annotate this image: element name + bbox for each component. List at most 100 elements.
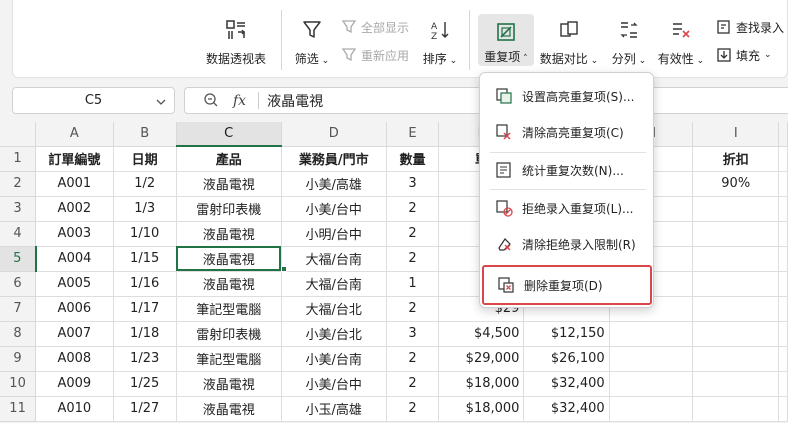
cell-g10[interactable]: $32,400 [523,371,610,397]
cell-d9[interactable]: 小美/台南 [281,346,387,372]
menu-item-count-duplicates[interactable]: 统计重复次数(N)... [488,155,648,185]
cell-c2[interactable]: 液晶電視 [176,171,282,197]
row-header[interactable]: 10 [0,371,37,397]
cell-g11[interactable]: $32,400 [523,396,610,422]
pivot-table-button[interactable]: 数据透视表 [203,12,269,72]
cell-b6[interactable]: 1/16 [113,271,177,297]
column-header-d[interactable]: D [281,122,387,147]
cell-a5[interactable]: A004 [35,246,114,272]
cell-i7[interactable] [692,296,779,322]
menu-item-delete-duplicates[interactable]: 删除重复项(D) [482,265,652,305]
sort-button[interactable]: AZ 排序 ⌄ [417,12,463,72]
header-cell[interactable]: 訂單編號 [35,146,114,172]
cell-b9[interactable]: 1/23 [113,346,177,372]
cell-c5[interactable]: 液晶電視 [176,246,282,272]
header-cell[interactable]: 數量 [386,146,440,172]
header-cell[interactable]: 產品 [176,146,282,172]
row-header[interactable]: 7 [0,296,37,322]
column-header-i[interactable]: I [692,122,779,147]
column-header-b[interactable]: B [113,122,177,147]
header-cell[interactable]: 業務員/門市 [281,146,387,172]
cell-empty[interactable] [778,221,788,247]
cell-d11[interactable]: 小玉/高雄 [281,396,387,422]
filter-button[interactable]: 筛选 ⌄ [289,12,335,72]
cell-e5[interactable]: 2 [386,246,440,272]
cell-empty[interactable] [778,146,788,172]
row-header[interactable]: 1 [0,146,37,172]
cell-c7[interactable]: 筆記型電腦 [176,296,282,322]
cell-i9[interactable] [692,346,779,372]
cell-i3[interactable] [692,196,779,222]
cell-i6[interactable] [692,271,779,297]
cell-empty[interactable] [778,371,788,397]
cell-d10[interactable]: 小美/台中 [281,371,387,397]
data-compare-button[interactable]: 数据对比 ⌄ [538,12,600,72]
row-header[interactable]: 3 [0,196,37,222]
function-icon[interactable]: fx [233,93,246,109]
cell-d3[interactable]: 小美/台中 [281,196,387,222]
menu-item-clear-reject-limit[interactable]: 清除拒绝录入限制(R) [488,229,648,259]
cell-c8[interactable]: 雷射印表機 [176,321,282,347]
cell-d5[interactable]: 大福/台南 [281,246,387,272]
cell-a11[interactable]: A010 [35,396,114,422]
show-all-button[interactable]: 全部显示 [340,18,409,36]
cell-a3[interactable]: A002 [35,196,114,222]
cell-a9[interactable]: A008 [35,346,114,372]
cell-d2[interactable]: 小美/高雄 [281,171,387,197]
cell-a2[interactable]: A001 [35,171,114,197]
row-header[interactable]: 2 [0,171,37,197]
cell-i11[interactable] [692,396,779,422]
row-header[interactable]: 8 [0,321,37,347]
cell-c10[interactable]: 液晶電視 [176,371,282,397]
cell-i4[interactable] [692,221,779,247]
cell-i10[interactable] [692,371,779,397]
cell-b11[interactable]: 1/27 [113,396,177,422]
cell-c6[interactable]: 液晶電視 [176,271,282,297]
split-column-button[interactable]: 分列 ⌄ [607,12,651,72]
cell-empty[interactable] [778,246,788,272]
cell-b7[interactable]: 1/17 [113,296,177,322]
zoom-icon[interactable] [203,92,221,110]
cell-f11[interactable]: $18,000 [438,396,525,422]
column-header-empty[interactable] [778,122,788,147]
menu-item-clear-highlight-duplicates[interactable]: 清除高亮重复项(C) [488,117,648,147]
cell-b2[interactable]: 1/2 [113,171,177,197]
cell-c9[interactable]: 筆記型電腦 [176,346,282,372]
cell-e10[interactable]: 2 [386,371,440,397]
find-entry-button[interactable]: 查找录入 [715,18,784,36]
cell-h10[interactable] [609,371,694,397]
cell-c4[interactable]: 液晶電視 [176,221,282,247]
cell-empty[interactable] [778,296,788,322]
cell-h9[interactable] [609,346,694,372]
duplicates-button[interactable]: 重复项 ˄ [478,14,534,66]
column-header-a[interactable]: A [35,122,114,147]
column-header-c[interactable]: C [176,122,282,147]
cell-i5[interactable] [692,246,779,272]
cell-e11[interactable]: 2 [386,396,440,422]
row-header[interactable]: 5 [0,246,37,272]
cell-g8[interactable]: $12,150 [523,321,610,347]
cell-g9[interactable]: $26,100 [523,346,610,372]
cell-d8[interactable]: 小美/台北 [281,321,387,347]
cell-d7[interactable]: 大福/台北 [281,296,387,322]
header-cell[interactable]: 日期 [113,146,177,172]
formula-value[interactable]: 液晶電視 [267,91,323,111]
select-all-corner[interactable] [0,122,37,147]
column-header-e[interactable]: E [386,122,440,147]
header-cell[interactable]: 折扣 [692,146,779,172]
cell-e9[interactable]: 2 [386,346,440,372]
cell-a6[interactable]: A005 [35,271,114,297]
cell-d4[interactable]: 小明/台中 [281,221,387,247]
menu-item-reject-duplicate-entry[interactable]: 拒绝录入重复项(L)... [488,193,648,223]
fill-handle[interactable] [281,266,287,272]
cell-d6[interactable]: 大福/台南 [281,271,387,297]
row-header[interactable]: 9 [0,346,37,372]
cell-a7[interactable]: A006 [35,296,114,322]
row-header[interactable]: 4 [0,221,37,247]
cell-h8[interactable] [609,321,694,347]
cell-e7[interactable]: 2 [386,296,440,322]
cell-c3[interactable]: 雷射印表機 [176,196,282,222]
cell-empty[interactable] [778,171,788,197]
chevron-down-icon[interactable] [156,96,166,111]
cell-empty[interactable] [778,396,788,422]
